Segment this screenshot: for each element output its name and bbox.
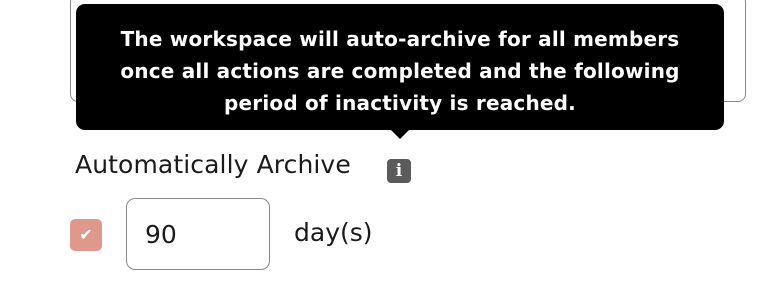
- auto-archive-checkbox[interactable]: ✔: [70, 219, 102, 251]
- checkmark-icon: ✔: [79, 225, 93, 244]
- tooltip-arrow: [389, 128, 411, 139]
- auto-archive-title: Automatically Archive: [75, 150, 351, 179]
- auto-archive-settings: The workspace will auto-archive for all …: [0, 0, 758, 282]
- archive-info-tooltip: The workspace will auto-archive for all …: [76, 4, 724, 130]
- info-icon[interactable]: i: [387, 159, 411, 183]
- archive-days-input[interactable]: [126, 198, 270, 270]
- tooltip-text: The workspace will auto-archive for all …: [120, 27, 680, 115]
- days-unit-label: day(s): [294, 218, 373, 247]
